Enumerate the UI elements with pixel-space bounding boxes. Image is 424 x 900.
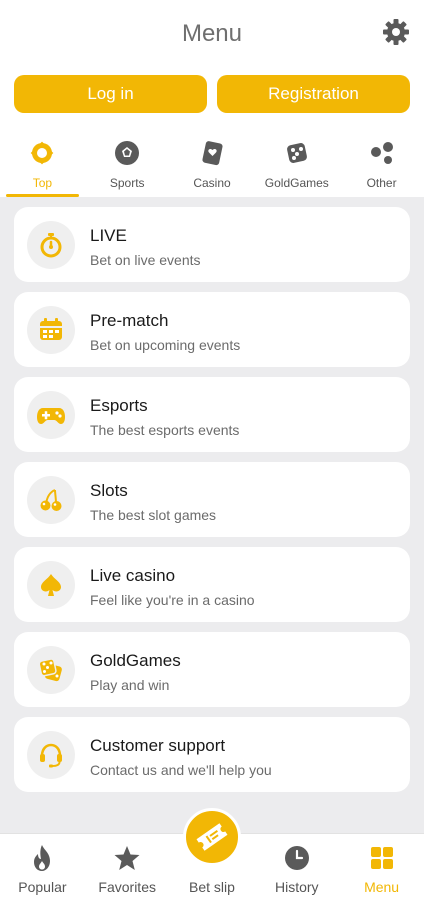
tab-goldgames[interactable]: GoldGames	[254, 132, 339, 197]
menu-item-title: GoldGames	[90, 651, 181, 670]
menu-item-subtitle: Bet on upcoming events	[90, 337, 241, 353]
tab-label: Sports	[109, 176, 145, 190]
headset-icon	[27, 731, 75, 779]
tab-top[interactable]: Top	[0, 132, 85, 197]
dice-icon	[27, 646, 75, 694]
menu-list: LIVE Bet on live events Pre-match Bet on…	[14, 207, 410, 802]
menu-item-slots[interactable]: Slots The best slot games	[14, 462, 410, 537]
tab-label: Other	[366, 176, 397, 190]
playing-card-icon	[197, 138, 227, 168]
tab-other[interactable]: Other	[339, 132, 424, 197]
menu-item-title: Slots	[90, 481, 128, 500]
menu-item-subtitle: Feel like you're in a casino	[90, 592, 255, 608]
menu-item-pre-match[interactable]: Pre-match Bet on upcoming events	[14, 292, 410, 367]
registration-button[interactable]: Registration	[217, 75, 410, 113]
menu-item-subtitle: Contact us and we'll help you	[90, 762, 272, 778]
menu-item-esports[interactable]: Esports The best esports events	[14, 377, 410, 452]
menu-item-title: Pre-match	[90, 311, 169, 330]
page-title: Menu	[181, 20, 243, 47]
tab-label: GoldGames	[264, 176, 329, 190]
menu-item-subtitle: The best slot games	[90, 507, 217, 523]
nav-label: Bet slip	[189, 879, 235, 895]
nav-popular[interactable]: Popular	[0, 834, 85, 900]
tab-casino[interactable]: Casino	[170, 132, 255, 197]
spade-icon	[27, 561, 75, 609]
top-area: Menu Log in Registration Top Sports Casi…	[0, 0, 424, 197]
menu-item-live-casino[interactable]: Live casino Feel like you're in a casino	[14, 547, 410, 622]
menu-item-subtitle: Play and win	[90, 677, 170, 693]
nav-favorites[interactable]: Favorites	[85, 834, 170, 900]
nav-label: History	[275, 879, 319, 895]
settings-button[interactable]	[382, 18, 410, 46]
menu-item-title: Customer support	[90, 736, 226, 755]
menu-item-subtitle: The best esports events	[90, 422, 240, 438]
bet-slip-button[interactable]	[183, 808, 241, 866]
dots-cluster-icon	[367, 138, 397, 168]
menu-item-goldgames[interactable]: GoldGames Play and win	[14, 632, 410, 707]
menu-item-live[interactable]: LIVE Bet on live events	[14, 207, 410, 282]
grid-icon	[368, 844, 396, 872]
menu-item-subtitle: Bet on live events	[90, 252, 201, 268]
cherries-icon	[27, 476, 75, 524]
clock-icon	[283, 844, 311, 872]
nav-label: Popular	[18, 879, 67, 895]
dice-icon	[282, 138, 312, 168]
menu-item-title: Live casino	[90, 566, 176, 585]
header: Menu	[0, 0, 424, 68]
gear-icon[interactable]	[382, 18, 410, 46]
soccer-ball-icon	[112, 138, 142, 168]
menu-item-customer-support[interactable]: Customer support Contact us and we'll he…	[14, 717, 410, 792]
menu-item-title: LIVE	[90, 226, 127, 245]
tab-label: Casino	[193, 176, 231, 190]
stopwatch-icon	[27, 221, 75, 269]
login-button[interactable]: Log in	[14, 75, 207, 113]
nav-menu[interactable]: Menu	[339, 834, 424, 900]
flame-icon	[28, 844, 56, 872]
ticket-icon	[196, 823, 228, 851]
tab-sports[interactable]: Sports	[85, 132, 170, 197]
badge-icon	[27, 138, 57, 168]
nav-label: Favorites	[98, 879, 156, 895]
calendar-icon	[27, 306, 75, 354]
gamepad-icon	[27, 391, 75, 439]
category-tabs: Top Sports Casino GoldGames Other	[0, 132, 424, 197]
star-icon	[113, 844, 141, 872]
auth-row: Log in Registration	[14, 75, 410, 113]
menu-item-title: Esports	[90, 396, 148, 415]
nav-history[interactable]: History	[254, 834, 339, 900]
nav-label: Menu	[364, 879, 400, 895]
tab-label: Top	[32, 176, 53, 190]
